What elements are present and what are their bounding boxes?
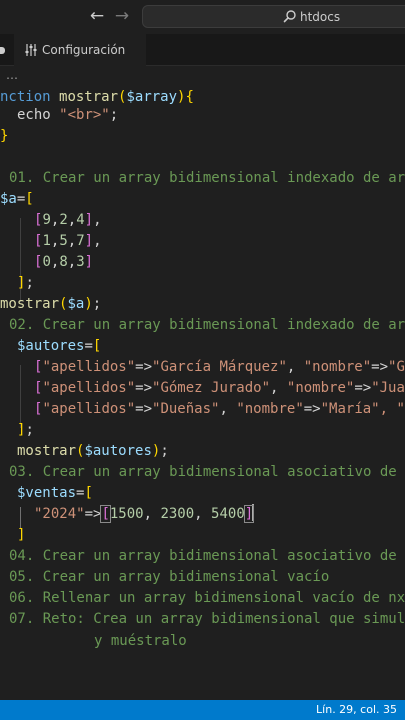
code-line-autor-1: ["apellidos"=>"García Márquez", "nombre"… [34, 359, 405, 375]
code-line-mostrar-a: mostrar($a); [0, 296, 102, 312]
code-line-autores-close: ]; [17, 422, 34, 438]
status-bar: Lín. 29, col. 35 [0, 700, 405, 720]
code-line-a-close: ]; [17, 275, 34, 291]
code-line-autor-2: ["apellidos"=>"Gómez Jurado", "nombre"=>… [34, 380, 405, 396]
code-line-mostrar-autores: mostrar($autores); [17, 443, 169, 459]
indent-guide [20, 365, 21, 428]
code-line-ventas-2024: "2024"=>[1500, 2300, 5400] [34, 504, 255, 523]
comment-line-02: 02. Crear un array bidimensional indexad… [9, 317, 405, 333]
settings-sliders-icon [25, 44, 37, 56]
code-line-autor-3: ["apellidos"=>"Dueñas", "nombre"=>"María… [34, 401, 405, 417]
cursor-position[interactable]: Lín. 29, col. 35 [316, 702, 397, 718]
code-line-a-assign: $a=[ [0, 191, 34, 207]
code-line-ventas-close: ] [17, 527, 26, 543]
comment-line-07: 07. Reto: Crea un array bidimensional qu… [9, 611, 405, 627]
tab-label: Configuración [42, 43, 126, 57]
comment-line-05: 05. Crear un array bidimensional vacío [9, 569, 330, 585]
comment-line-07-cont: y muéstralo [94, 633, 187, 649]
search-text: htdocs [300, 10, 341, 24]
code-line-3: } [0, 128, 9, 144]
command-center-search[interactable]: htdocs [142, 5, 405, 28]
comment-line-03: 03. Crear un array bidimensional asociat… [9, 464, 397, 480]
back-arrow-icon[interactable]: ← [88, 6, 106, 26]
comment-line-06: 06. Rellenar un array bidimensional vací… [9, 590, 405, 606]
comment-line-04: 04. Crear un array bidimensional asociat… [9, 548, 397, 564]
code-line-ventas-assign: $ventas=[ [17, 485, 93, 501]
tab-bar: Configuración [0, 34, 405, 66]
forward-arrow-icon[interactable]: → [113, 6, 131, 26]
code-line-2: echo "<br>"; [17, 107, 119, 123]
title-bar: ← → htdocs [0, 0, 405, 34]
tab-configuracion[interactable]: Configuración [14, 34, 146, 66]
breadcrumb[interactable]: … [6, 68, 18, 82]
comment-line-01: 01. Crear un array bidimensional indexad… [9, 170, 405, 186]
text-cursor [252, 504, 255, 521]
tab-overflow-indicator [0, 47, 5, 54]
code-line-autores-assign: $autores=[ [17, 338, 102, 354]
search-icon [283, 10, 296, 23]
code-line-row-3: [0,8,3] [34, 254, 94, 270]
code-line-row-1: [9,2,4], [34, 212, 102, 228]
code-editor[interactable]: nction mostrar($array){ echo "<br>"; } 0… [0, 84, 405, 700]
code-line-row-2: [1,5,7], [34, 233, 102, 249]
